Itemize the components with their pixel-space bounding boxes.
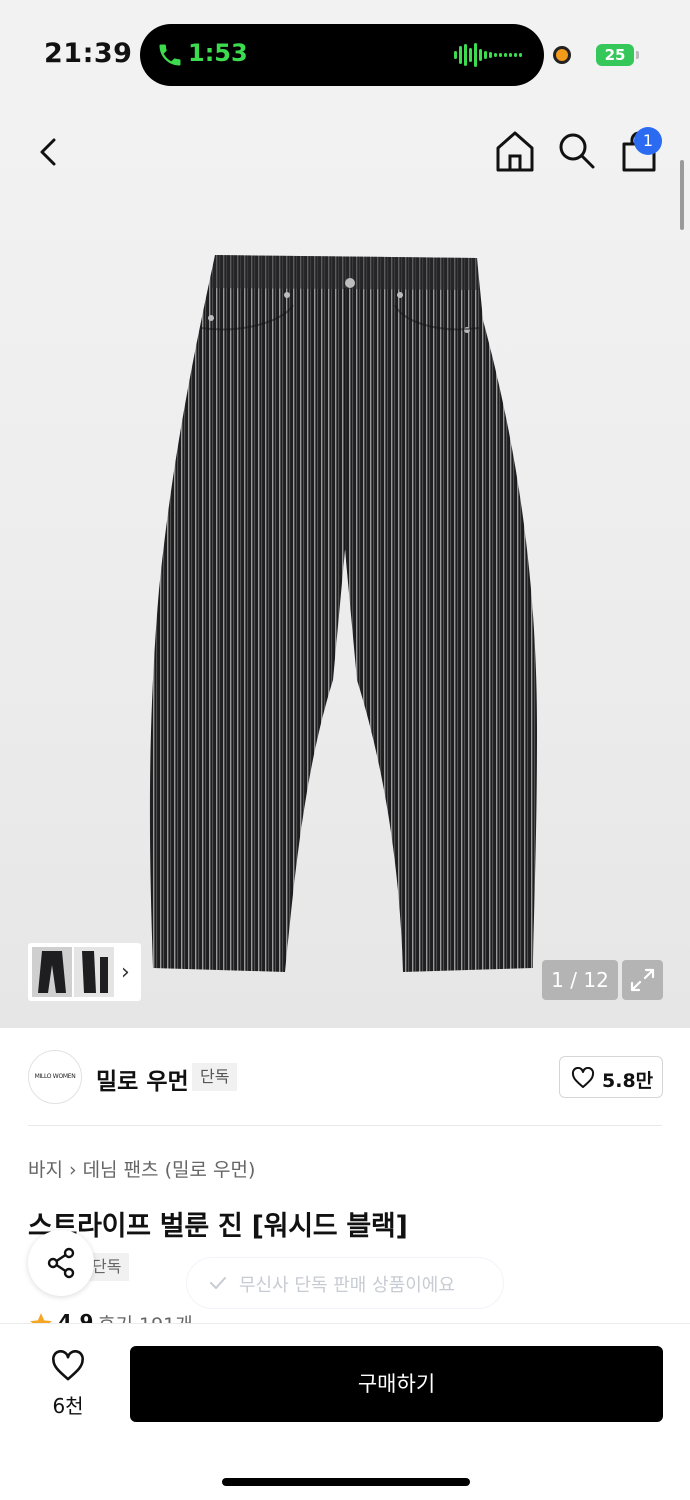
dynamic-island[interactable]: 1:53 (140, 24, 544, 86)
bottom-action-bar: 6천 구매하기 (0, 1323, 690, 1500)
phone-icon (159, 44, 181, 66)
share-button[interactable] (28, 1230, 94, 1296)
exclusive-toast: 무신사 단독 판매 상품이에요 (186, 1257, 504, 1309)
brand-logo[interactable]: MILLO WOMEN (28, 1050, 82, 1104)
breadcrumb-separator-icon: › (68, 1159, 77, 1181)
expand-icon (630, 968, 655, 992)
toast-text: 무신사 단독 판매 상품이에요 (239, 1275, 455, 1296)
breadcrumb-category[interactable]: 바지 (28, 1155, 63, 1182)
buy-button[interactable]: 구매하기 (130, 1346, 663, 1422)
home-indicator[interactable] (222, 1478, 470, 1486)
battery-tip (636, 51, 639, 59)
thumbnail-1[interactable] (32, 947, 72, 997)
chevron-right-icon[interactable]: › (121, 960, 130, 985)
check-icon (210, 1277, 226, 1289)
brand-like-button[interactable]: 5.8만 (559, 1056, 663, 1098)
heart-icon (52, 1350, 84, 1381)
breadcrumb: 바지 › 데님 팬츠 (밀로 우먼) (28, 1155, 255, 1182)
brand-like-count: 5.8만 (602, 1070, 654, 1092)
wishlist-button[interactable]: 6천 (40, 1350, 96, 1418)
brand-name[interactable]: 밀로 우먼 (96, 1062, 189, 1096)
status-time: 21:39 (44, 38, 133, 69)
share-icon (47, 1247, 75, 1279)
home-icon[interactable] (494, 128, 536, 174)
thumbnail-strip[interactable]: › (28, 943, 141, 1001)
heart-icon (571, 1067, 595, 1088)
product-title: 스트라이프 벌룬 진 [워시드 블랙] (28, 1211, 408, 1242)
exclusive-badge: 단독 (192, 1063, 238, 1091)
product-image (149, 255, 538, 972)
audio-wave-icon (454, 43, 522, 67)
divider (28, 1125, 662, 1126)
wishlist-count: 6천 (52, 1394, 84, 1418)
breadcrumb-subcategory[interactable]: 데님 팬츠 (밀로 우먼) (83, 1155, 256, 1182)
product-gallery[interactable]: 1 › 1 / 12 (0, 110, 690, 1028)
search-icon[interactable] (556, 130, 596, 170)
back-icon[interactable] (30, 132, 70, 172)
call-duration: 1:53 (188, 39, 248, 67)
image-counter: 1 / 12 (542, 960, 618, 1000)
status-bar: 21:39 1:53 25 (0, 0, 690, 110)
scrollbar[interactable] (680, 160, 684, 230)
expand-button[interactable] (622, 960, 663, 1000)
recording-indicator-icon (553, 46, 571, 64)
battery-icon: 25 (596, 44, 634, 66)
thumbnail-2[interactable] (74, 947, 114, 997)
cart-count-badge: 1 (634, 127, 662, 155)
